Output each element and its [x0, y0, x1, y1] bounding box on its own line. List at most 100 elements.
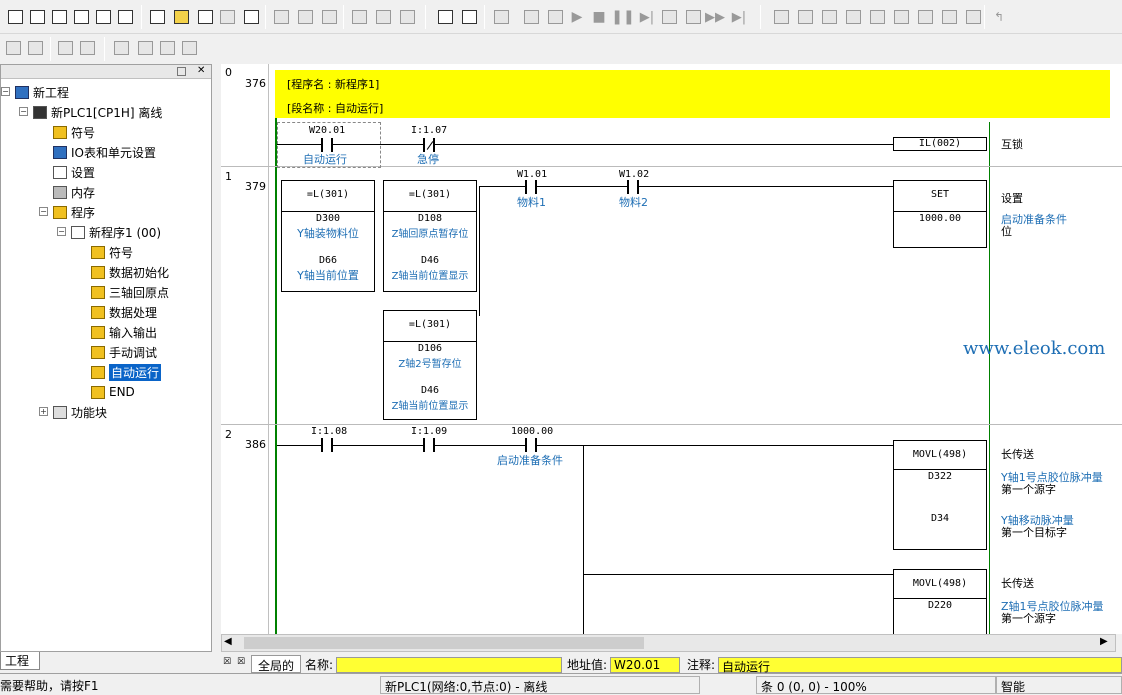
comment-field[interactable]: 自动运行 — [718, 657, 1122, 674]
contact-no-icon[interactable] — [770, 6, 792, 28]
collapse-icon[interactable]: − — [19, 107, 28, 116]
monitor-icon[interactable] — [458, 6, 480, 28]
compare-icon[interactable] — [396, 6, 418, 28]
tree-plc[interactable]: 新PLC1[CP1H] 离线 — [33, 103, 162, 121]
instruction-movl[interactable]: MOVL(498) D220 — [893, 569, 987, 634]
tab-global[interactable]: 全局的 — [251, 655, 302, 673]
step-in-icon[interactable] — [658, 6, 680, 28]
io-icon[interactable] — [194, 6, 216, 28]
tree-section[interactable]: 数据初始化 — [91, 263, 169, 281]
window-icon[interactable] — [70, 6, 92, 28]
list-number-icon[interactable] — [76, 37, 98, 59]
tree-programs[interactable]: 程序 — [53, 203, 95, 221]
stat-32-icon[interactable] — [318, 6, 340, 28]
tag3-icon[interactable] — [178, 37, 200, 59]
debug-icon[interactable] — [544, 6, 566, 28]
instruction-movl[interactable]: MOVL(498) D322 D34 — [893, 440, 987, 550]
tree-io-table[interactable]: IO表和单元设置 — [53, 143, 156, 161]
tree-section[interactable]: END — [91, 383, 135, 401]
contact-no[interactable] — [525, 438, 537, 452]
contact-nc[interactable] — [423, 138, 435, 152]
tree-new-program[interactable]: 新程序1 (00) — [71, 223, 161, 241]
comment-label: 注释: — [687, 658, 716, 672]
indent-right-icon[interactable] — [24, 37, 46, 59]
instruction-icon[interactable] — [914, 6, 936, 28]
upload-icon[interactable] — [348, 6, 370, 28]
pulse-icon[interactable] — [938, 6, 960, 28]
network-icon[interactable] — [146, 6, 168, 28]
name-field[interactable] — [336, 657, 562, 673]
new-icon[interactable] — [4, 6, 26, 28]
instruction-set[interactable]: SET 1000.00 — [893, 180, 987, 248]
compare-block[interactable]: =L(301) D300 Y轴装物料位 D66 Y轴当前位置 — [281, 180, 375, 292]
window-close-icon[interactable]: ☒ — [223, 657, 231, 667]
contact-nc-icon[interactable] — [794, 6, 816, 28]
tree-root[interactable]: 新工程 — [15, 83, 69, 101]
compare-block[interactable]: =L(301) D106 Z轴2号暂存位 D46 Z轴当前位置显示 — [383, 310, 477, 420]
download-icon[interactable] — [372, 6, 394, 28]
collapse-icon[interactable]: − — [39, 207, 48, 216]
coil-icon[interactable] — [818, 6, 840, 28]
link-icon[interactable] — [110, 37, 132, 59]
tree-settings[interactable]: 设置 — [53, 163, 95, 181]
contact-no[interactable] — [423, 438, 435, 452]
hand-icon[interactable] — [520, 6, 542, 28]
comment-icon[interactable] — [962, 6, 984, 28]
tab-project[interactable]: 工程 — [0, 652, 40, 670]
tag-icon[interactable] — [134, 37, 156, 59]
pause-icon[interactable]: ❚❚ — [611, 6, 634, 28]
tree-memory[interactable]: 内存 — [53, 183, 95, 201]
stop-icon[interactable]: ■ — [588, 6, 610, 28]
tag2-icon[interactable] — [156, 37, 178, 59]
tree-symbols[interactable]: 符号 — [53, 123, 95, 141]
indent-left-icon[interactable] — [2, 37, 24, 59]
tree-section[interactable]: 输入输出 — [91, 323, 157, 341]
transfer-icon[interactable] — [490, 6, 512, 28]
step-icon[interactable]: ▶| — [636, 6, 658, 28]
chart-icon[interactable] — [48, 6, 70, 28]
address-field[interactable]: W20.01 — [610, 657, 680, 673]
scroll-right-icon[interactable]: ▶ — [1100, 636, 1108, 647]
memory-icon[interactable] — [216, 6, 238, 28]
return-icon[interactable]: ↰ — [988, 6, 1010, 28]
step-out-icon[interactable] — [682, 6, 704, 28]
instruction-il[interactable]: IL(002) — [893, 137, 987, 151]
contact-no[interactable] — [627, 180, 639, 194]
tree-section[interactable]: 手动调试 — [91, 343, 157, 361]
section-icon — [91, 265, 105, 279]
line-v-icon[interactable] — [890, 6, 912, 28]
properties-icon[interactable] — [114, 6, 136, 28]
compare-block[interactable]: =L(301) D108 Z轴回原点暂存位 D46 Z轴当前位置显示 — [383, 180, 477, 292]
stat-16-icon[interactable] — [294, 6, 316, 28]
tree-section[interactable]: 数据处理 — [91, 303, 157, 321]
run-icon[interactable]: ▶ — [566, 6, 588, 28]
tree-function-blocks[interactable]: 功能块 — [53, 403, 107, 421]
symbol-icon[interactable] — [170, 6, 192, 28]
window-close-icon[interactable]: ☒ — [237, 657, 245, 667]
pin-icon[interactable] — [177, 67, 186, 76]
tree-section[interactable]: 三轴回原点 — [91, 283, 169, 301]
tree-section-selected[interactable]: 自动运行 — [91, 363, 162, 381]
end-icon[interactable]: ▶| — [728, 6, 750, 28]
line-h-icon[interactable] — [866, 6, 888, 28]
horizontal-scrollbar[interactable]: ◀ ▶ — [221, 634, 1116, 652]
coil-nc-icon[interactable] — [842, 6, 864, 28]
cascade-icon[interactable] — [92, 6, 114, 28]
open-icon[interactable] — [26, 6, 48, 28]
ladder-editor[interactable]: 0 376 [程序名 : 新程序1] [段名称 : 自动运行] W20.01 自… — [221, 64, 1122, 634]
contact-no[interactable] — [321, 138, 333, 152]
online-icon[interactable] — [434, 6, 456, 28]
tree-section[interactable]: 符号 — [91, 243, 133, 261]
grid-icon[interactable] — [240, 6, 262, 28]
list-icon[interactable] — [54, 37, 76, 59]
contact-no[interactable] — [321, 438, 333, 452]
scroll-left-icon[interactable]: ◀ — [224, 636, 232, 647]
scroll-thumb[interactable] — [244, 637, 644, 649]
contact-no[interactable] — [525, 180, 537, 194]
close-icon[interactable]: ✕ — [197, 65, 205, 76]
collapse-icon[interactable]: − — [1, 87, 10, 96]
stat-10-icon[interactable] — [270, 6, 292, 28]
fast-forward-icon[interactable]: ▶▶ — [704, 6, 726, 28]
expand-icon[interactable]: + — [39, 407, 48, 416]
collapse-icon[interactable]: − — [57, 227, 66, 236]
